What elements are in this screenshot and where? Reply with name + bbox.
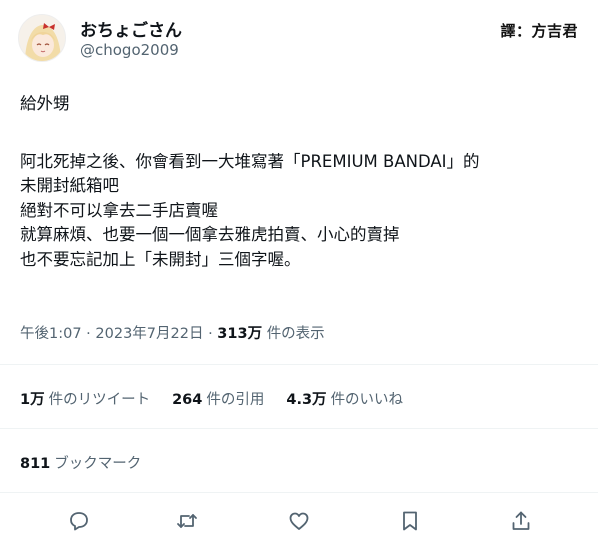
tweet-text-line: 就算麻煩、也要一個一個拿去雅虎拍賣、小心的賣掉 (20, 225, 400, 244)
views-label: 件の表示 (266, 326, 325, 342)
anime-girl-avatar-icon (19, 15, 65, 61)
quotes-stat[interactable]: 264 件の引用 (172, 388, 264, 409)
display-name[interactable]: おちょごさん (80, 16, 182, 41)
engagement-stats: 1万 件のリツイート 264 件の引用 4.3万 件のいいね (20, 388, 403, 409)
divider (0, 492, 598, 493)
bookmarks-stat[interactable]: 811 ブックマーク (20, 452, 141, 473)
bookmarks-label: ブックマーク (54, 456, 142, 472)
reply-icon (70, 512, 88, 531)
bookmark-button[interactable] (395, 506, 425, 536)
share-icon (512, 511, 530, 530)
tweet-header: おちょごさん @chogo2009 (18, 10, 578, 66)
meta-separator: · (208, 326, 213, 342)
tweet-text-line: 也不要忘記加上「未開封」三個字喔。 (20, 249, 301, 269)
bookmarks-count: 811 (20, 456, 51, 472)
translator-watermark: 譯：方吉君 (500, 22, 578, 40)
tweet-time[interactable]: 午後1:07 (20, 326, 82, 342)
divider (0, 428, 598, 429)
tweet-text-line: 未開封紙箱吧 (20, 176, 119, 195)
meta-separator: · (86, 326, 91, 342)
likes-count: 4.3万 (286, 392, 327, 408)
retweets-label: 件のリツイート (48, 392, 151, 408)
user-handle[interactable]: @chogo2009 (80, 41, 179, 59)
likes-label: 件のいいね (330, 392, 404, 408)
retweets-stat[interactable]: 1万 件のリツイート (20, 388, 150, 409)
tweet-text-line: 絕對不可以拿去二手店賣喔 (20, 200, 218, 220)
views-count: 313万 (217, 326, 263, 342)
quotes-count: 264 (172, 392, 203, 408)
divider (0, 364, 598, 365)
tweet-text-line: 阿北死掉之後、你會看到一大堆寫著「PREMIUM BANDAI」的 (20, 151, 480, 171)
retweet-button[interactable] (172, 506, 202, 536)
share-button[interactable] (506, 506, 536, 536)
tweet-text-line: 給外甥 (20, 94, 70, 113)
quotes-label: 件の引用 (206, 392, 265, 408)
tweet-meta: 午後1:07 · 2023年7月22日 · 313万 件の表示 (20, 322, 325, 343)
action-bar (0, 498, 598, 542)
like-button[interactable] (284, 506, 314, 536)
avatar[interactable] (18, 14, 66, 62)
reply-button[interactable] (64, 506, 94, 536)
retweet-icon (177, 514, 197, 528)
likes-stat[interactable]: 4.3万 件のいいね (286, 388, 403, 409)
tweet-text: 給外甥 阿北死掉之後、你會看到一大堆寫著「PREMIUM BANDAI」的 未開… (20, 92, 580, 272)
tweet-date[interactable]: 2023年7月22日 (95, 326, 203, 342)
retweets-count: 1万 (20, 392, 45, 408)
bookmark-icon (403, 511, 417, 531)
like-icon (289, 512, 309, 530)
